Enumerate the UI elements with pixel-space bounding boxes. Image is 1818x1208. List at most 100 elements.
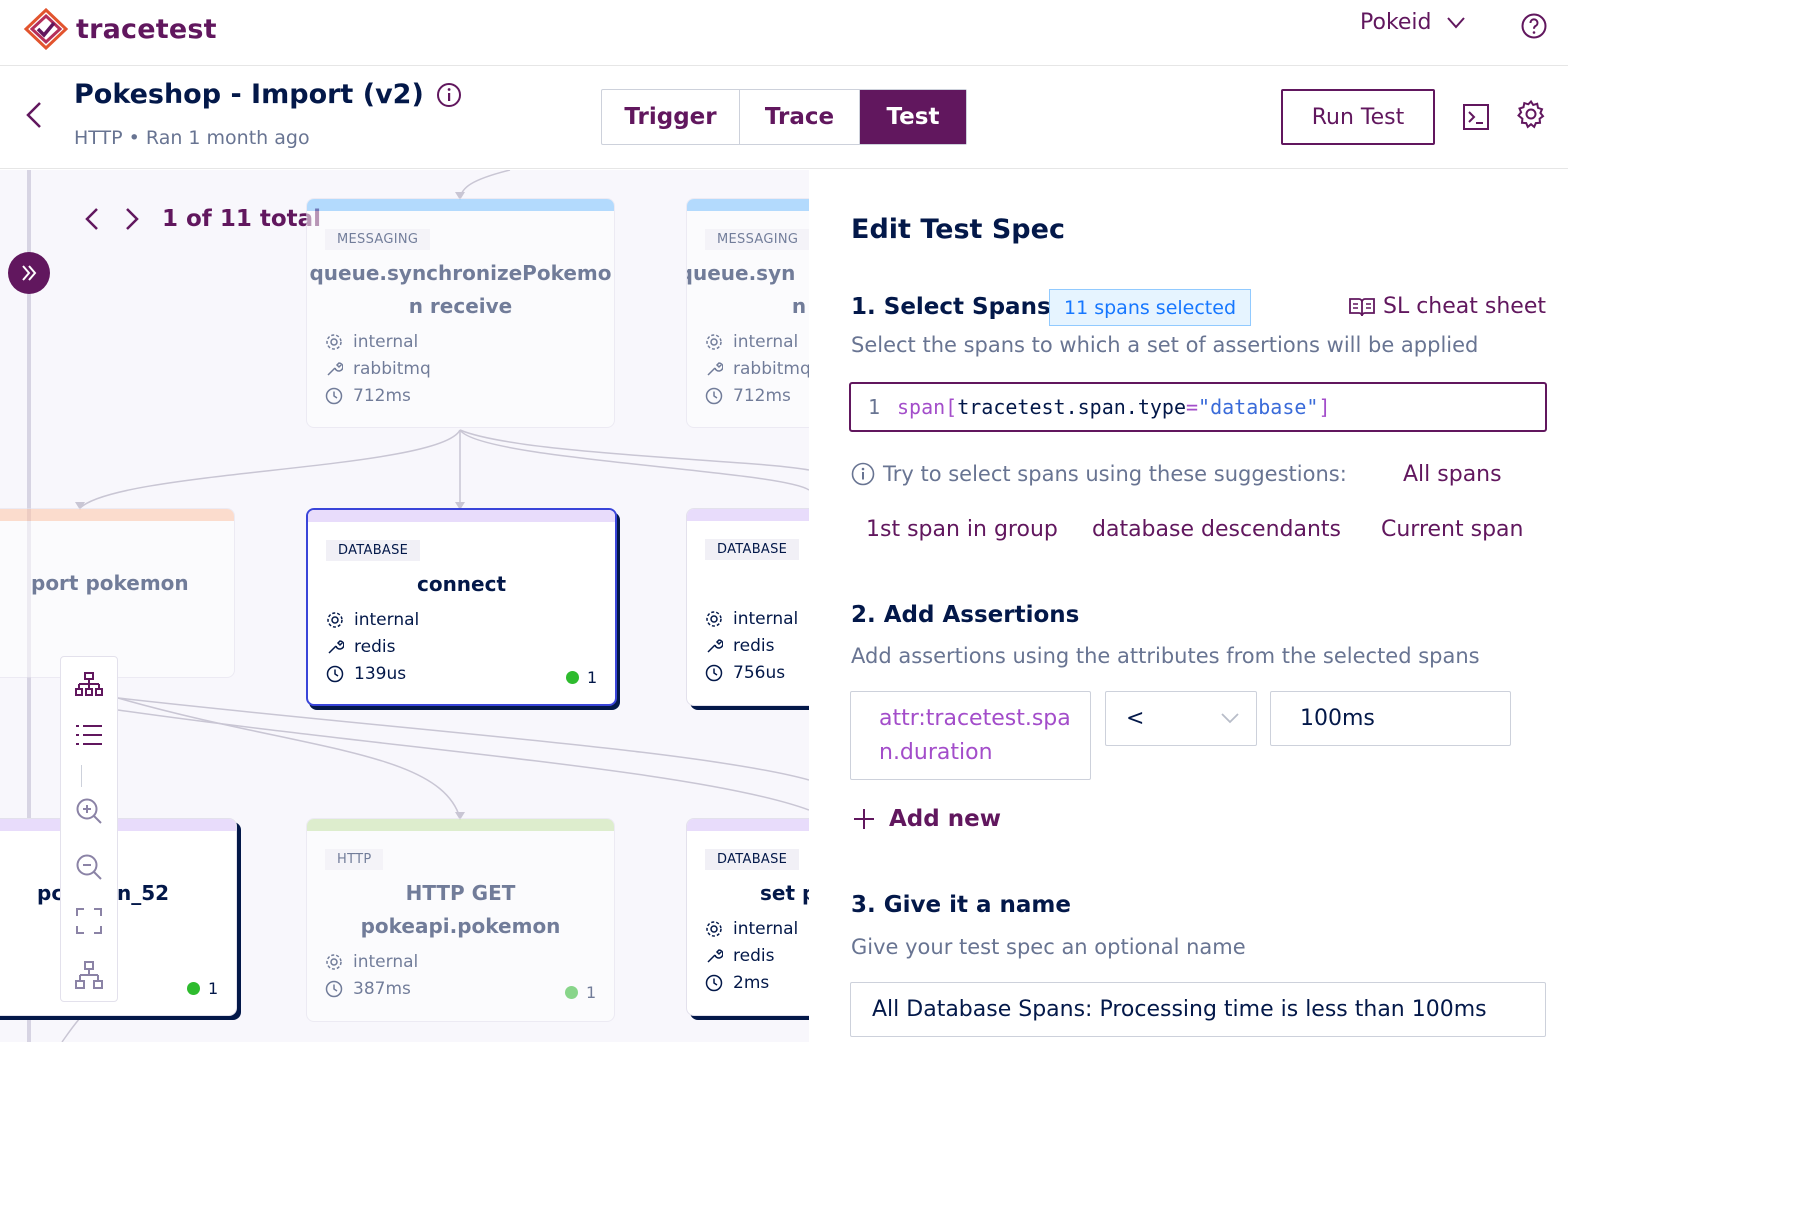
span-type-badge: MESSAGING bbox=[325, 229, 431, 250]
span-node[interactable]: HTTP HTTP GET pokeapi.pokemon internal 3… bbox=[306, 818, 615, 1022]
tab-test[interactable]: Test bbox=[860, 90, 966, 144]
fit-view-icon[interactable] bbox=[75, 907, 103, 935]
top-bar: tracetest Pokeid bbox=[0, 0, 1568, 66]
span-duration: 387ms bbox=[325, 979, 411, 999]
toolbar-divider bbox=[81, 765, 82, 787]
span-node[interactable]: port pokemon bbox=[0, 508, 235, 678]
tab-trace[interactable]: Trace bbox=[740, 90, 860, 144]
add-new-assertion-button[interactable]: Add new bbox=[853, 806, 1001, 832]
clock-icon bbox=[326, 665, 344, 683]
span-system: redis bbox=[705, 636, 774, 656]
page-title: Pokeshop - Import (v2) bbox=[74, 79, 462, 110]
assertion-value-input[interactable]: 100ms bbox=[1270, 691, 1511, 746]
span-node[interactable]: DATABASE set p internal redis 2ms bbox=[686, 818, 809, 1016]
span-type-badge: HTTP bbox=[325, 849, 384, 870]
chevron-left-icon[interactable] bbox=[82, 206, 102, 232]
terminal-icon[interactable] bbox=[1462, 103, 1490, 131]
node-accent-bar bbox=[308, 510, 615, 522]
suggestion-first-span[interactable]: 1st span in group bbox=[866, 517, 1058, 542]
trace-diagram[interactable]: 1 of 11 total MESSAGING queue.synchroniz… bbox=[0, 170, 809, 1042]
list-view-icon[interactable] bbox=[75, 723, 103, 747]
gear-icon bbox=[326, 334, 342, 350]
span-node[interactable]: pc n_52 1 bbox=[0, 818, 237, 1016]
diagram-toolbar bbox=[60, 656, 118, 1002]
back-arrow-icon[interactable] bbox=[24, 101, 44, 129]
run-test-button[interactable]: Run Test bbox=[1281, 89, 1435, 145]
span-duration: 756us bbox=[705, 663, 785, 683]
wrench-icon bbox=[707, 949, 723, 963]
suggestion-all-spans[interactable]: All spans bbox=[1403, 462, 1502, 487]
cheat-sheet-label: SL cheat sheet bbox=[1383, 294, 1546, 319]
clock-icon bbox=[325, 980, 343, 998]
attribute-value: attr:tracetest.spa bbox=[879, 706, 1071, 731]
expand-panel-button[interactable] bbox=[8, 252, 50, 294]
span-type-badge: DATABASE bbox=[705, 849, 800, 870]
help-icon[interactable] bbox=[1520, 12, 1548, 40]
dag-view-icon[interactable] bbox=[75, 671, 103, 699]
span-title: HTTP GET bbox=[405, 881, 516, 905]
span-node[interactable]: MESSAGING queue.synchronizePokemo n rece… bbox=[306, 198, 615, 428]
operator-value: < bbox=[1126, 706, 1145, 731]
clock-icon bbox=[705, 664, 723, 682]
span-count: 1 of 11 total bbox=[162, 206, 322, 232]
test-name: Pokeshop - Import (v2) bbox=[74, 79, 424, 110]
node-accent-bar bbox=[0, 509, 234, 521]
assertion-attribute-input[interactable]: attr:tracetest.spa n.duration bbox=[850, 691, 1091, 780]
span-duration: 712ms bbox=[325, 386, 411, 406]
span-title: connect bbox=[416, 572, 507, 596]
assertion-value: 100ms bbox=[1300, 706, 1375, 731]
span-title: set p bbox=[760, 881, 809, 905]
add-new-label: Add new bbox=[889, 806, 1001, 832]
span-node[interactable]: DATABASE internal redis 756us bbox=[686, 508, 809, 706]
pass-dot-icon bbox=[566, 671, 579, 684]
chevron-down-icon bbox=[1221, 713, 1239, 724]
node-accent-bar bbox=[687, 199, 809, 211]
tab-trigger[interactable]: Trigger bbox=[602, 90, 740, 144]
gear-icon bbox=[326, 954, 342, 970]
wrench-icon bbox=[707, 362, 723, 376]
span-node-selected[interactable]: DATABASE connect internal redis 139us 1 bbox=[306, 508, 617, 706]
zoom-out-icon[interactable] bbox=[75, 853, 103, 881]
span-kind: internal bbox=[705, 919, 798, 939]
spans-selected-chip: 11 spans selected bbox=[1049, 289, 1252, 326]
gear-icon bbox=[706, 921, 722, 937]
step3-heading: 3. Give it a name bbox=[851, 892, 1071, 918]
span-title-cont: n_52 bbox=[117, 881, 170, 905]
assertion-operator-select[interactable]: < bbox=[1105, 691, 1257, 746]
chevron-down-icon bbox=[1446, 16, 1465, 29]
clock-icon bbox=[325, 387, 343, 405]
zoom-in-icon[interactable] bbox=[75, 797, 103, 825]
span-node[interactable]: MESSAGING queue.syn n internal rabbitmq … bbox=[686, 198, 809, 428]
suggestion-current-span[interactable]: Current span bbox=[1381, 517, 1523, 542]
environment-name: Pokeid bbox=[1360, 10, 1432, 35]
info-icon[interactable] bbox=[436, 82, 462, 108]
span-kind: internal bbox=[326, 610, 419, 630]
tracetest-logo[interactable]: tracetest bbox=[22, 8, 217, 50]
span-duration: 2ms bbox=[705, 973, 769, 993]
edit-test-spec-panel: Edit Test Spec 1. Select Spans 11 spans … bbox=[809, 170, 1568, 1042]
span-title-cont: n bbox=[791, 294, 807, 318]
span-navigator: 1 of 11 total bbox=[82, 206, 321, 232]
span-system: redis bbox=[705, 946, 774, 966]
selector-editor[interactable]: 1 span[tracetest.span.type="database"] bbox=[849, 382, 1547, 432]
step1-description: Select the spans to which a set of asser… bbox=[851, 333, 1479, 357]
hierarchy-icon[interactable] bbox=[75, 961, 103, 991]
span-title: queue.syn bbox=[686, 261, 796, 285]
span-kind: internal bbox=[705, 332, 798, 352]
assertion-count: 1 bbox=[565, 983, 596, 1002]
node-accent-bar bbox=[307, 199, 614, 211]
spec-name-input[interactable]: All Database Spans: Processing time is l… bbox=[850, 982, 1546, 1037]
logo-icon bbox=[23, 8, 69, 50]
wrench-icon bbox=[327, 362, 343, 376]
gear-icon bbox=[706, 334, 722, 350]
chevron-right-icon[interactable] bbox=[122, 206, 142, 232]
suggestion-database-descendants[interactable]: database descendants bbox=[1092, 517, 1341, 542]
environment-selector[interactable]: Pokeid bbox=[1360, 10, 1466, 35]
span-type-badge: MESSAGING bbox=[705, 229, 809, 250]
cheat-sheet-link[interactable]: SL cheat sheet bbox=[1349, 294, 1546, 319]
gear-icon[interactable] bbox=[1516, 99, 1546, 129]
assertion-count: 1 bbox=[187, 979, 218, 998]
info-icon bbox=[851, 462, 875, 486]
clock-icon bbox=[705, 974, 723, 992]
span-kind: internal bbox=[705, 609, 798, 629]
